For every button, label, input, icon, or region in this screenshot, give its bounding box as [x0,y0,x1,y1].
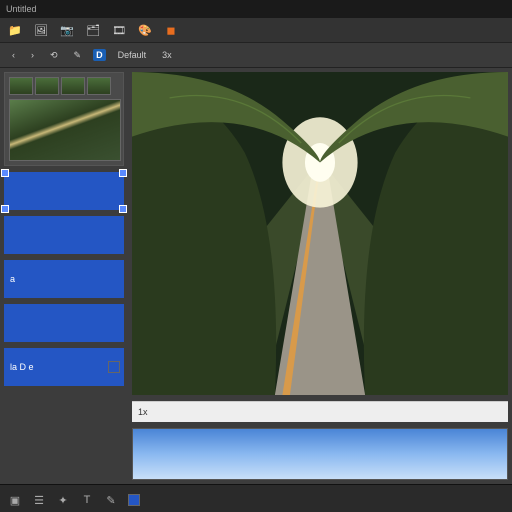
secondary-canvas[interactable] [132,428,508,480]
image-icon[interactable]: 🖼 [34,23,48,37]
tool-a[interactable]: ⟲ [46,48,62,63]
crop-icon[interactable]: ▣ [8,493,22,507]
film-icon[interactable]: 🎞 [112,23,126,37]
text-icon[interactable]: T [80,493,94,507]
tool-b[interactable]: ✎ [70,48,86,63]
fx-icon[interactable]: ✦ [56,493,70,507]
left-panel: a la D e [0,68,128,484]
resize-handle[interactable] [119,169,127,177]
thumbnail[interactable] [61,77,85,95]
window-title: Untitled [6,4,37,14]
nav-back-button[interactable]: ‹ [8,48,19,62]
brush-icon[interactable]: ✎ [104,493,118,507]
palette-icon[interactable]: 🎨 [138,23,152,37]
zoom-label[interactable]: 3x [158,48,176,62]
main-canvas[interactable] [132,72,508,395]
layer-slot[interactable] [4,216,124,254]
resize-handle[interactable] [1,169,9,177]
canvas-image [132,72,508,395]
layer-slot[interactable] [4,172,124,210]
resize-handle[interactable] [119,205,127,213]
thumbnail[interactable] [87,77,111,95]
thumbnail-browser[interactable] [4,72,124,166]
camera-icon[interactable]: 📷 [60,23,74,37]
thumbnail[interactable] [9,77,33,95]
layer-label: la D e [10,362,34,372]
color-swatch[interactable] [108,361,120,373]
canvas-zoom-readout: 1x [138,407,148,417]
workspace: a la D e [0,68,512,484]
layer-slot[interactable]: la D e [4,348,124,386]
app-logo: D [93,49,106,61]
layers-icon[interactable]: ☰ [32,493,46,507]
title-bar: Untitled [0,0,512,18]
thumbnail-preview[interactable] [9,99,121,161]
canvas-status-bar: 1x [132,401,508,422]
canvas-area: 1x [128,68,512,484]
preset-label[interactable]: Default [114,48,151,62]
nav-forward-button[interactable]: › [27,48,38,62]
folder-icon[interactable]: 📁 [8,23,22,37]
color-swatch[interactable] [128,494,140,506]
resize-handle[interactable] [1,205,9,213]
layers-icon[interactable]: 🗂 [86,23,100,37]
bottom-toolbar: ▣ ☰ ✦ T ✎ [0,484,512,512]
app-icon[interactable]: ◼ [164,23,178,37]
app-toolbar: ‹ › ⟲ ✎ D Default 3x [0,43,512,68]
layer-slot[interactable]: a [4,260,124,298]
thumbnail[interactable] [35,77,59,95]
layer-label: a [10,274,15,284]
layer-slot[interactable] [4,304,124,342]
system-taskbar: 📁 🖼 📷 🗂 🎞 🎨 ◼ [0,18,512,43]
